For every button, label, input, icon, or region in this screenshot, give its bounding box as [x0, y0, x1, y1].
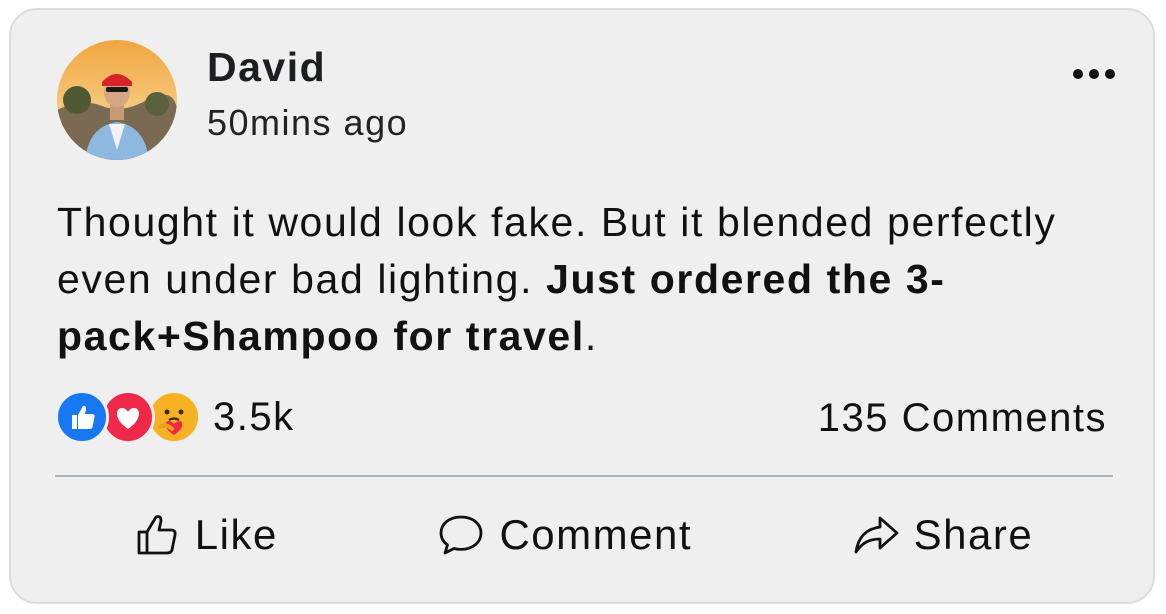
speech-bubble-icon — [440, 515, 483, 555]
love-icon — [101, 390, 155, 444]
reaction-count[interactable]: 3.5k — [213, 395, 295, 440]
post-card: David 50mins ago Thought it would look f… — [9, 8, 1155, 604]
like-label: Like — [194, 511, 278, 558]
comments-count[interactable]: 135 Comments — [818, 396, 1107, 441]
avatar[interactable] — [57, 40, 177, 160]
author-name[interactable]: David — [207, 44, 326, 91]
reactions-summary[interactable]: 3.5k — [55, 390, 295, 444]
divider — [55, 475, 1113, 477]
comment-label: Comment — [499, 511, 693, 558]
share-arrow-icon — [854, 516, 899, 554]
care-icon — [147, 390, 201, 444]
more-options-icon[interactable] — [1069, 54, 1119, 94]
post-text-end: . — [584, 313, 598, 359]
comment-button[interactable]: Comment — [437, 511, 692, 559]
post-text: Thought it would look fake. But it blend… — [57, 194, 1117, 365]
thumbs-up-icon — [137, 515, 177, 555]
share-button[interactable]: Share — [852, 511, 1034, 559]
like-button[interactable]: Like — [135, 511, 278, 559]
action-bar: Like Comment Share — [55, 500, 1113, 570]
post-timestamp[interactable]: 50mins ago — [207, 102, 408, 144]
share-label: Share — [913, 511, 1034, 558]
like-icon — [55, 390, 109, 444]
